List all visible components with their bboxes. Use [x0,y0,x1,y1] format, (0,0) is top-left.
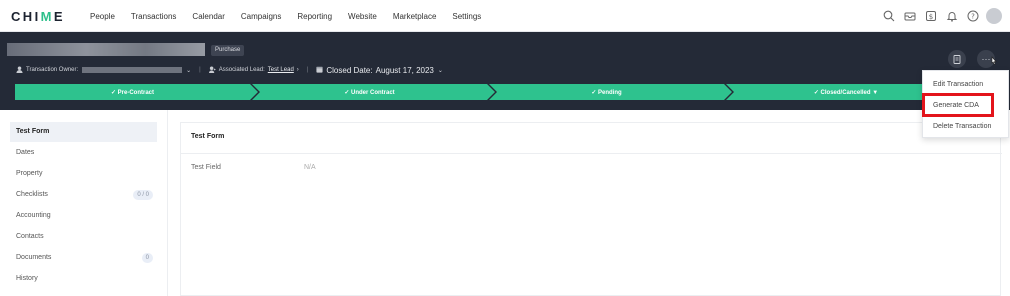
card-title: Test Form [191,133,225,140]
menu-delete-transaction[interactable]: Delete Transaction [923,117,1010,137]
sidebar-item-documents[interactable]: Documents 0 [10,248,157,268]
sidebar-item-label: Property [16,170,43,177]
owner-chevron-icon[interactable]: ⌄ [186,67,191,74]
card-divider [181,153,1002,154]
top-nav: CHIME People Transactions Calendar Campa… [0,0,1010,32]
owner-label: Transaction Owner: [26,67,79,73]
sidebar-item-history[interactable]: History [10,269,157,289]
sidebar-item-label: Checklists [16,191,48,198]
lead-label: Associated Lead: [218,67,265,73]
bell-icon[interactable] [943,7,961,25]
chime-logo[interactable]: CHIME [11,9,65,24]
search-icon[interactable] [880,7,898,25]
sidebar-item-dates[interactable]: Dates [10,143,157,163]
checklists-count-badge: 0 / 0 [133,190,153,200]
inbox-icon[interactable] [901,7,919,25]
generate-cda-highlight-box [922,93,994,117]
test-field-label: Test Field [191,164,221,171]
documents-count-badge: 0 [141,253,153,263]
sidebar-item-label: Dates [16,149,35,156]
sidebar-item-checklists[interactable]: Checklists 0 / 0 [10,185,157,205]
sidebar-item-label: Documents [16,254,52,261]
sidebar-item-label: History [16,275,38,282]
lead-arrow-icon[interactable]: › [297,67,299,73]
closed-date-value[interactable]: August 17, 2023 [376,66,434,75]
nav-marketplace[interactable]: Marketplace [393,12,437,21]
nav-icons: $ ? [877,7,1002,25]
transaction-meta: Transaction Owner: ⌄ | Associated Lead: … [16,65,443,75]
meta-separator-2: | [306,67,309,73]
menu-edit-transaction[interactable]: Edit Transaction [923,75,1010,95]
document-icon[interactable] [948,50,966,68]
sidebar-item-label: Contacts [16,233,44,240]
closed-date-chevron-icon[interactable]: ⌄ [438,67,443,74]
stage-under-contract-label[interactable]: ✓ Under Contract [252,84,487,100]
nav-reporting[interactable]: Reporting [297,12,332,21]
logo-text-accent: M [40,9,54,24]
user-icon [16,65,23,75]
stage-pending-label[interactable]: ✓ Pending [489,84,724,100]
nav-calendar[interactable]: Calendar [192,12,224,21]
transaction-header: Purchase Transaction Owner: ⌄ | Associat… [0,32,1010,110]
help-icon[interactable]: ? [964,7,982,25]
nav-people[interactable]: People [90,12,115,21]
nav-links: People Transactions Calendar Campaigns R… [90,0,497,32]
sidebar-item-accounting[interactable]: Accounting [10,206,157,226]
logo-text-end: E [53,9,65,24]
sidebar-item-contacts[interactable]: Contacts [10,227,157,247]
nav-transactions[interactable]: Transactions [131,12,177,21]
dollar-icon[interactable]: $ [922,7,940,25]
closed-date-label: Closed Date: [326,65,373,75]
nav-campaigns[interactable]: Campaigns [241,12,281,21]
test-field-value[interactable]: N/A [304,164,316,171]
logo-text-start: CHI [11,9,41,24]
user-avatar[interactable] [986,8,1002,24]
meta-separator: | [199,67,201,73]
left-sidebar: Test Form Dates Property Checklists 0 / 0… [0,110,168,296]
svg-text:?: ? [971,13,975,21]
lead-icon [208,65,216,75]
test-form-card: Test Form Test Field N/A [180,122,1002,296]
nav-settings[interactable]: Settings [452,12,481,21]
sidebar-item-property[interactable]: Property [10,164,157,184]
lead-link[interactable]: Test Lead [268,67,294,73]
transaction-title-redacted [7,43,205,56]
sidebar-item-test-form[interactable]: Test Form [10,122,157,142]
transaction-type-badge: Purchase [211,45,245,56]
stage-pre-contract-label[interactable]: ✓ Pre-Contract [15,84,250,100]
nav-website[interactable]: Website [348,12,377,21]
owner-value-redacted[interactable] [82,67,183,73]
sidebar-item-label: Accounting [16,212,51,219]
svg-text:$: $ [929,13,933,21]
sidebar-item-label: Test Form [16,128,50,135]
mouse-cursor-icon [990,53,998,71]
calendar-icon [316,66,323,75]
